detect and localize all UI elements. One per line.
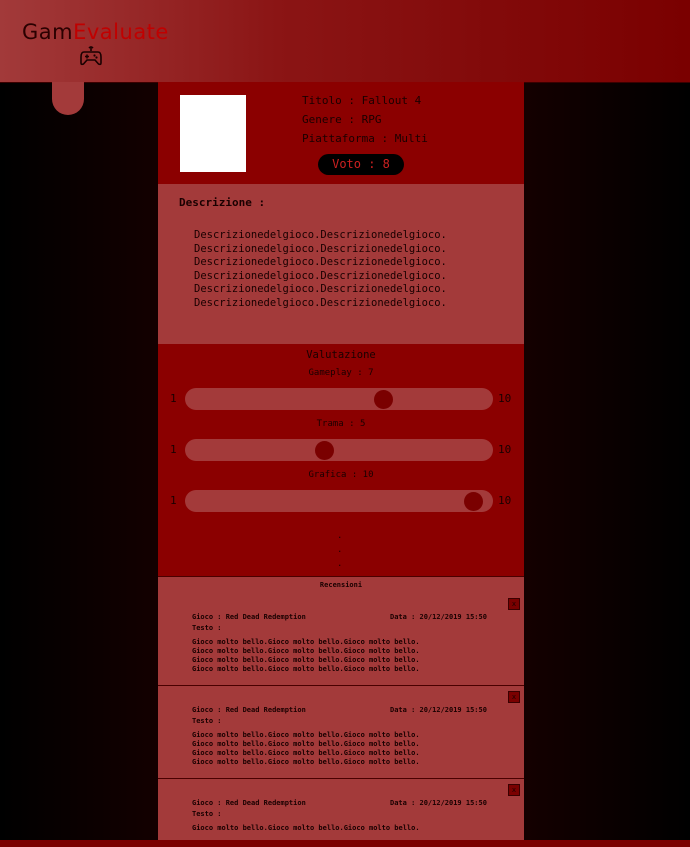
menu-tab-button[interactable] bbox=[52, 82, 84, 115]
review-text-label: Testo : bbox=[192, 624, 222, 632]
review-game: Gioco : Red Dead Redemption bbox=[192, 799, 306, 807]
review-delete-button[interactable]: x bbox=[508, 691, 520, 703]
review-card: x Gioco : Red Dead Redemption Data : 20/… bbox=[158, 593, 524, 686]
description-title: Descrizione : bbox=[179, 196, 266, 209]
vote-badge: Voto : 8 bbox=[318, 154, 404, 175]
footer-bar bbox=[0, 840, 690, 847]
review-date: Data : 20/12/2019 15:50 bbox=[390, 799, 487, 807]
game-detail-panel: Titolo : Fallout 4 Genere : RPG Piattafo… bbox=[158, 82, 524, 847]
review-delete-button[interactable]: x bbox=[508, 784, 520, 796]
logo-text-part1: Gam bbox=[22, 20, 74, 44]
review-date: Data : 20/12/2019 15:50 bbox=[390, 613, 487, 621]
rating-section: Valutazione Gameplay : 7 1 10 Trama : 5 … bbox=[158, 344, 524, 576]
slider-min-grafica: 1 bbox=[170, 494, 177, 507]
reviews-header: Recensioni bbox=[158, 576, 524, 594]
review-text: Gioco molto bello.Gioco molto bello.Gioc… bbox=[192, 731, 420, 766]
slider-max-grafica: 10 bbox=[498, 494, 512, 507]
review-card: x Gioco : Red Dead Redemption Data : 20/… bbox=[158, 686, 524, 779]
review-game: Gioco : Red Dead Redemption bbox=[192, 706, 306, 714]
slider-grafica[interactable] bbox=[185, 490, 493, 512]
game-genre: Genere : RPG bbox=[302, 113, 382, 126]
slider-thumb-trama[interactable] bbox=[314, 440, 334, 460]
review-delete-button[interactable]: x bbox=[508, 598, 520, 610]
slider-trama[interactable] bbox=[185, 439, 493, 461]
slider-gameplay[interactable] bbox=[185, 388, 493, 410]
review-text: Gioco molto bello.Gioco molto bello.Gioc… bbox=[192, 824, 420, 832]
gamepad-icon bbox=[80, 45, 102, 71]
game-platform: Piattaforma : Multi bbox=[302, 132, 428, 145]
slider-max-gameplay: 10 bbox=[498, 392, 512, 405]
game-cover-image bbox=[180, 95, 246, 172]
rating-title: Valutazione bbox=[306, 349, 376, 361]
slider-label-gameplay: Gameplay : 7 bbox=[308, 368, 374, 378]
slider-min-trama: 1 bbox=[170, 443, 177, 456]
slider-label-grafica: Grafica : 10 bbox=[308, 470, 374, 480]
review-game: Gioco : Red Dead Redemption bbox=[192, 613, 306, 621]
description-text: Descrizionedelgioco.Descrizionedelgioco.… bbox=[194, 229, 447, 309]
review-date: Data : 20/12/2019 15:50 bbox=[390, 706, 487, 714]
site-logo[interactable]: GamEvaluate bbox=[22, 20, 169, 44]
review-card: x Gioco : Red Dead Redemption Data : 20/… bbox=[158, 779, 524, 847]
slider-max-trama: 10 bbox=[498, 443, 512, 456]
game-info-section: Titolo : Fallout 4 Genere : RPG Piattafo… bbox=[158, 82, 524, 184]
review-text: Gioco molto bello.Gioco molto bello.Gioc… bbox=[192, 638, 420, 673]
game-title: Titolo : Fallout 4 bbox=[302, 94, 422, 107]
review-text-label: Testo : bbox=[192, 810, 222, 818]
slider-label-trama: Trama : 5 bbox=[316, 419, 366, 429]
slider-min-gameplay: 1 bbox=[170, 392, 177, 405]
logo-text-part2: Evaluate bbox=[73, 20, 169, 44]
description-section: Descrizione : Descrizionedelgioco.Descri… bbox=[158, 184, 524, 344]
slider-thumb-gameplay[interactable] bbox=[374, 389, 394, 409]
more-indicator: . . . bbox=[337, 531, 343, 569]
slider-thumb-grafica[interactable] bbox=[464, 491, 483, 511]
site-header: GamEvaluate bbox=[0, 0, 690, 83]
review-text-label: Testo : bbox=[192, 717, 222, 725]
